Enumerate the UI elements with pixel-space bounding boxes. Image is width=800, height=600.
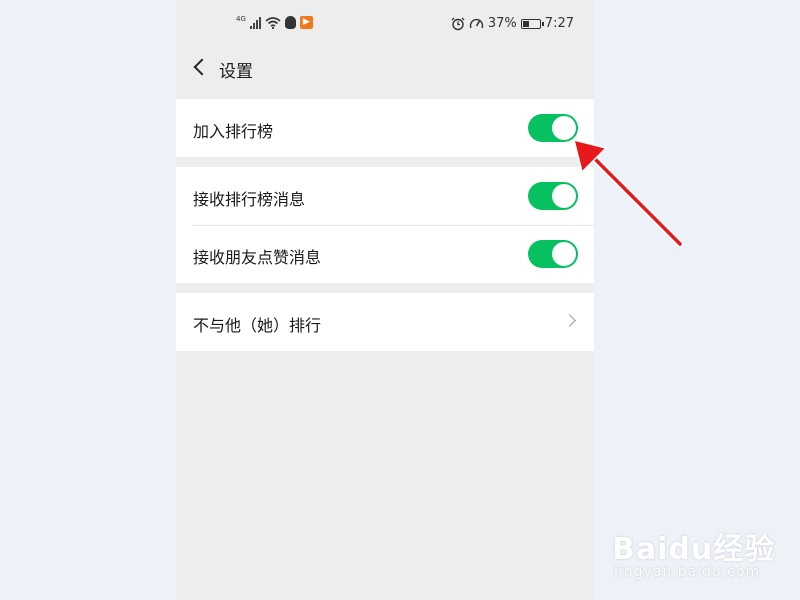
phone-screen: 4G ▶ 37% 7:27 设置 加入排行榜 接收排行榜消息 接收朋友点赞消息 …: [176, 0, 594, 600]
watermark-logo: Baidu经验: [612, 532, 776, 567]
clock: 7:27: [544, 16, 574, 31]
data-speed-icon: [469, 18, 484, 28]
chevron-right-icon: [563, 314, 576, 327]
status-right: 37% 7:27: [451, 16, 574, 31]
receive-ranking-messages-toggle[interactable]: [528, 182, 578, 210]
setting-label: 接收排行榜消息: [193, 190, 306, 209]
setting-join-ranking[interactable]: 加入排行榜: [176, 99, 594, 157]
toggle-knob: [552, 242, 576, 266]
annotation-arrow-shaft: [588, 152, 682, 246]
battery-fill: [522, 20, 529, 27]
network-type: 4G: [236, 14, 246, 23]
setting-exclude-from-ranking[interactable]: 不与他（她）排行: [176, 293, 594, 351]
alarm-icon: [451, 17, 465, 30]
setting-receive-friend-likes[interactable]: 接收朋友点赞消息: [176, 225, 594, 283]
annotation-arrow-outline: [586, 150, 684, 248]
watermark-url: jingyan.baidu.com: [614, 564, 761, 580]
baidu-watermark: Baidu经验 jingyan.baidu.com: [612, 512, 792, 592]
battery-percent: 37%: [487, 16, 517, 31]
toggle-knob: [552, 116, 576, 140]
video-app-icon: ▶: [299, 16, 313, 29]
status-left: 4G ▶: [236, 14, 313, 29]
back-icon[interactable]: [190, 56, 210, 78]
settings-group-exclude: 不与他（她）排行: [176, 293, 594, 351]
setting-label: 加入排行榜: [193, 122, 274, 141]
setting-label: 不与他（她）排行: [193, 316, 322, 335]
settings-group-ranking: 加入排行榜: [176, 99, 594, 157]
signal-icon: [249, 16, 261, 29]
settings-group-messages: 接收排行榜消息 接收朋友点赞消息: [176, 167, 594, 283]
join-ranking-toggle[interactable]: [528, 114, 578, 142]
nav-bar: 设置: [176, 48, 594, 88]
toggle-knob: [552, 184, 576, 208]
setting-label: 接收朋友点赞消息: [193, 248, 322, 267]
receive-friend-likes-toggle[interactable]: [528, 240, 578, 268]
page-title: 设置: [219, 62, 253, 82]
setting-receive-ranking-messages[interactable]: 接收排行榜消息: [176, 167, 594, 225]
qq-icon: [284, 16, 296, 29]
status-bar: 4G ▶ 37% 7:27: [176, 0, 594, 50]
battery-icon: [520, 18, 544, 29]
wifi-icon: [265, 16, 281, 29]
